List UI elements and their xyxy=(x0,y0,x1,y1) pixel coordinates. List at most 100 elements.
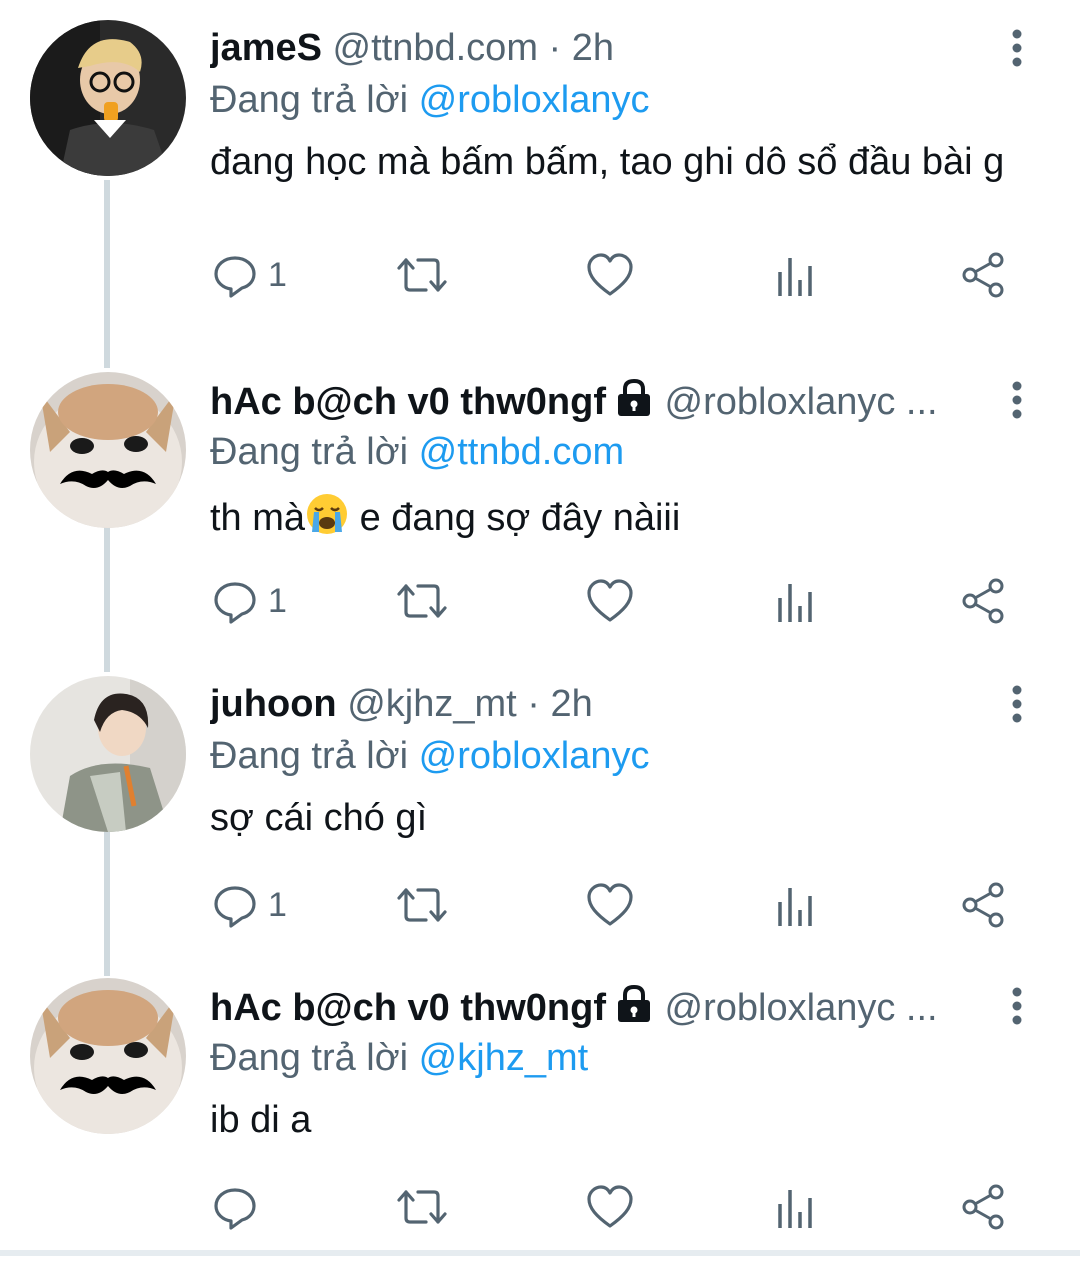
share-button[interactable] xyxy=(960,1180,1006,1234)
analytics-icon xyxy=(778,1190,812,1228)
cat-mustache-avatar xyxy=(30,372,186,528)
heart-icon xyxy=(587,883,633,926)
display-name[interactable]: hAc b@ch v0 thw0ngf xyxy=(210,987,606,1029)
bottom-divider xyxy=(0,1250,1080,1256)
person-glasses-avatar xyxy=(30,20,186,176)
tweet-header: juhoon @kjhz_mt · 2h xyxy=(210,682,990,726)
action-bar: 1 xyxy=(212,248,1012,302)
retweet-button[interactable] xyxy=(396,574,448,628)
analytics-icon xyxy=(778,584,812,622)
display-name[interactable]: jameS xyxy=(210,27,322,69)
more-vertical-icon xyxy=(1012,381,1022,419)
action-bar: 1 xyxy=(212,878,1012,932)
mention-link[interactable]: @ttnbd.com xyxy=(419,431,624,473)
tweet-header: hAc b@ch v0 thw0ngf @robloxlanyc ... xyxy=(210,378,990,428)
like-button[interactable] xyxy=(586,1180,634,1234)
like-button[interactable] xyxy=(586,248,634,302)
avatar[interactable] xyxy=(30,372,186,528)
reply-button[interactable]: 1 xyxy=(212,248,287,302)
action-bar xyxy=(212,1180,1012,1234)
avatar[interactable] xyxy=(30,20,186,176)
reply-button[interactable] xyxy=(212,1180,258,1234)
loudly-crying-face-emoji xyxy=(305,492,349,546)
reply-button[interactable]: 1 xyxy=(212,574,287,628)
retweet-icon xyxy=(397,258,447,292)
share-button[interactable] xyxy=(960,574,1006,628)
heart-icon xyxy=(587,253,633,296)
heart-icon xyxy=(587,579,633,622)
lock-icon xyxy=(614,984,654,1034)
share-button[interactable] xyxy=(960,248,1006,302)
share-icon xyxy=(962,578,1004,624)
cat-mustache-avatar xyxy=(30,978,186,1134)
tweet-text-part: e đang sợ đây nàiii xyxy=(349,497,681,539)
tweet[interactable]: hAc b@ch v0 thw0ngf @robloxlanyc ... Đan… xyxy=(0,958,1080,1261)
reply-icon xyxy=(214,256,256,298)
reply-count: 1 xyxy=(268,581,287,620)
more-vertical-icon xyxy=(1012,987,1022,1025)
analytics-icon xyxy=(778,258,812,296)
replying-to: Đang trả lời @kjhz_mt xyxy=(210,1034,588,1082)
display-name[interactable]: hAc b@ch v0 thw0ngf xyxy=(210,381,606,423)
handle-and-time[interactable]: @robloxlanyc ... xyxy=(665,381,938,423)
replying-prefix: Đang trả lời xyxy=(210,431,419,473)
retweet-icon xyxy=(397,1190,447,1224)
handle-and-time[interactable]: @robloxlanyc ... xyxy=(665,987,938,1029)
tweet-text: th mà e đang sợ đây nàiii xyxy=(210,492,1010,546)
replying-to: Đang trả lời @ttnbd.com xyxy=(210,428,624,476)
lock-icon xyxy=(614,378,654,428)
views-button[interactable] xyxy=(776,248,816,302)
views-button[interactable] xyxy=(776,574,816,628)
more-button[interactable] xyxy=(1000,984,1034,1028)
more-button[interactable] xyxy=(1000,682,1034,726)
views-button[interactable] xyxy=(776,1180,816,1234)
tweet[interactable]: juhoon @kjhz_mt · 2h Đang trả lời @roblo… xyxy=(0,656,1080,959)
reply-count: 1 xyxy=(268,255,287,294)
retweet-icon xyxy=(397,584,447,618)
more-vertical-icon xyxy=(1012,29,1022,67)
avatar[interactable] xyxy=(30,676,186,832)
mention-link[interactable]: @robloxlanyc xyxy=(419,735,650,777)
more-vertical-icon xyxy=(1012,685,1022,723)
replying-prefix: Đang trả lời xyxy=(210,79,419,121)
handle-and-time[interactable]: @kjhz_mt · 2h xyxy=(347,683,593,725)
reply-icon xyxy=(214,1188,256,1230)
tweet-text: đang học mà bấm bấm, tao ghi dô sổ đầu b… xyxy=(210,141,1005,183)
person-jacket-avatar xyxy=(30,676,186,832)
handle-and-time[interactable]: @ttnbd.com · 2h xyxy=(333,27,614,69)
share-button[interactable] xyxy=(960,878,1006,932)
reply-icon xyxy=(214,582,256,624)
tweet[interactable]: hAc b@ch v0 thw0ngf @robloxlanyc ... Đan… xyxy=(0,352,1080,655)
views-button[interactable] xyxy=(776,878,816,932)
mention-link[interactable]: @kjhz_mt xyxy=(419,1037,589,1079)
reply-count: 1 xyxy=(268,885,287,924)
replying-prefix: Đang trả lời xyxy=(210,735,419,777)
mention-link[interactable]: @robloxlanyc xyxy=(419,79,650,121)
tweet-text: ib di a xyxy=(210,1099,312,1141)
reply-icon xyxy=(214,886,256,928)
tweet-text-part: th mà xyxy=(210,497,306,539)
share-icon xyxy=(962,1184,1004,1230)
avatar[interactable] xyxy=(30,978,186,1134)
tweet-header: jameS @ttnbd.com · 2h xyxy=(210,26,990,70)
retweet-button[interactable] xyxy=(396,1180,448,1234)
more-button[interactable] xyxy=(1000,378,1034,422)
display-name[interactable]: juhoon xyxy=(210,683,337,725)
action-bar: 1 xyxy=(212,574,1012,628)
share-icon xyxy=(962,252,1004,298)
replying-prefix: Đang trả lời xyxy=(210,1037,419,1079)
like-button[interactable] xyxy=(586,878,634,932)
retweet-button[interactable] xyxy=(396,878,448,932)
heart-icon xyxy=(587,1185,633,1228)
replying-to: Đang trả lời @robloxlanyc xyxy=(210,76,649,124)
tweet-text: sợ cái chó gì xyxy=(210,797,428,839)
retweet-button[interactable] xyxy=(396,248,448,302)
tweet-header: hAc b@ch v0 thw0ngf @robloxlanyc ... xyxy=(210,984,990,1034)
like-button[interactable] xyxy=(586,574,634,628)
share-icon xyxy=(962,882,1004,928)
retweet-icon xyxy=(397,888,447,922)
reply-button[interactable]: 1 xyxy=(212,878,287,932)
tweet[interactable]: jameS @ttnbd.com · 2h Đang trả lời @robl… xyxy=(0,0,1080,303)
more-button[interactable] xyxy=(1000,26,1034,70)
analytics-icon xyxy=(778,888,812,926)
